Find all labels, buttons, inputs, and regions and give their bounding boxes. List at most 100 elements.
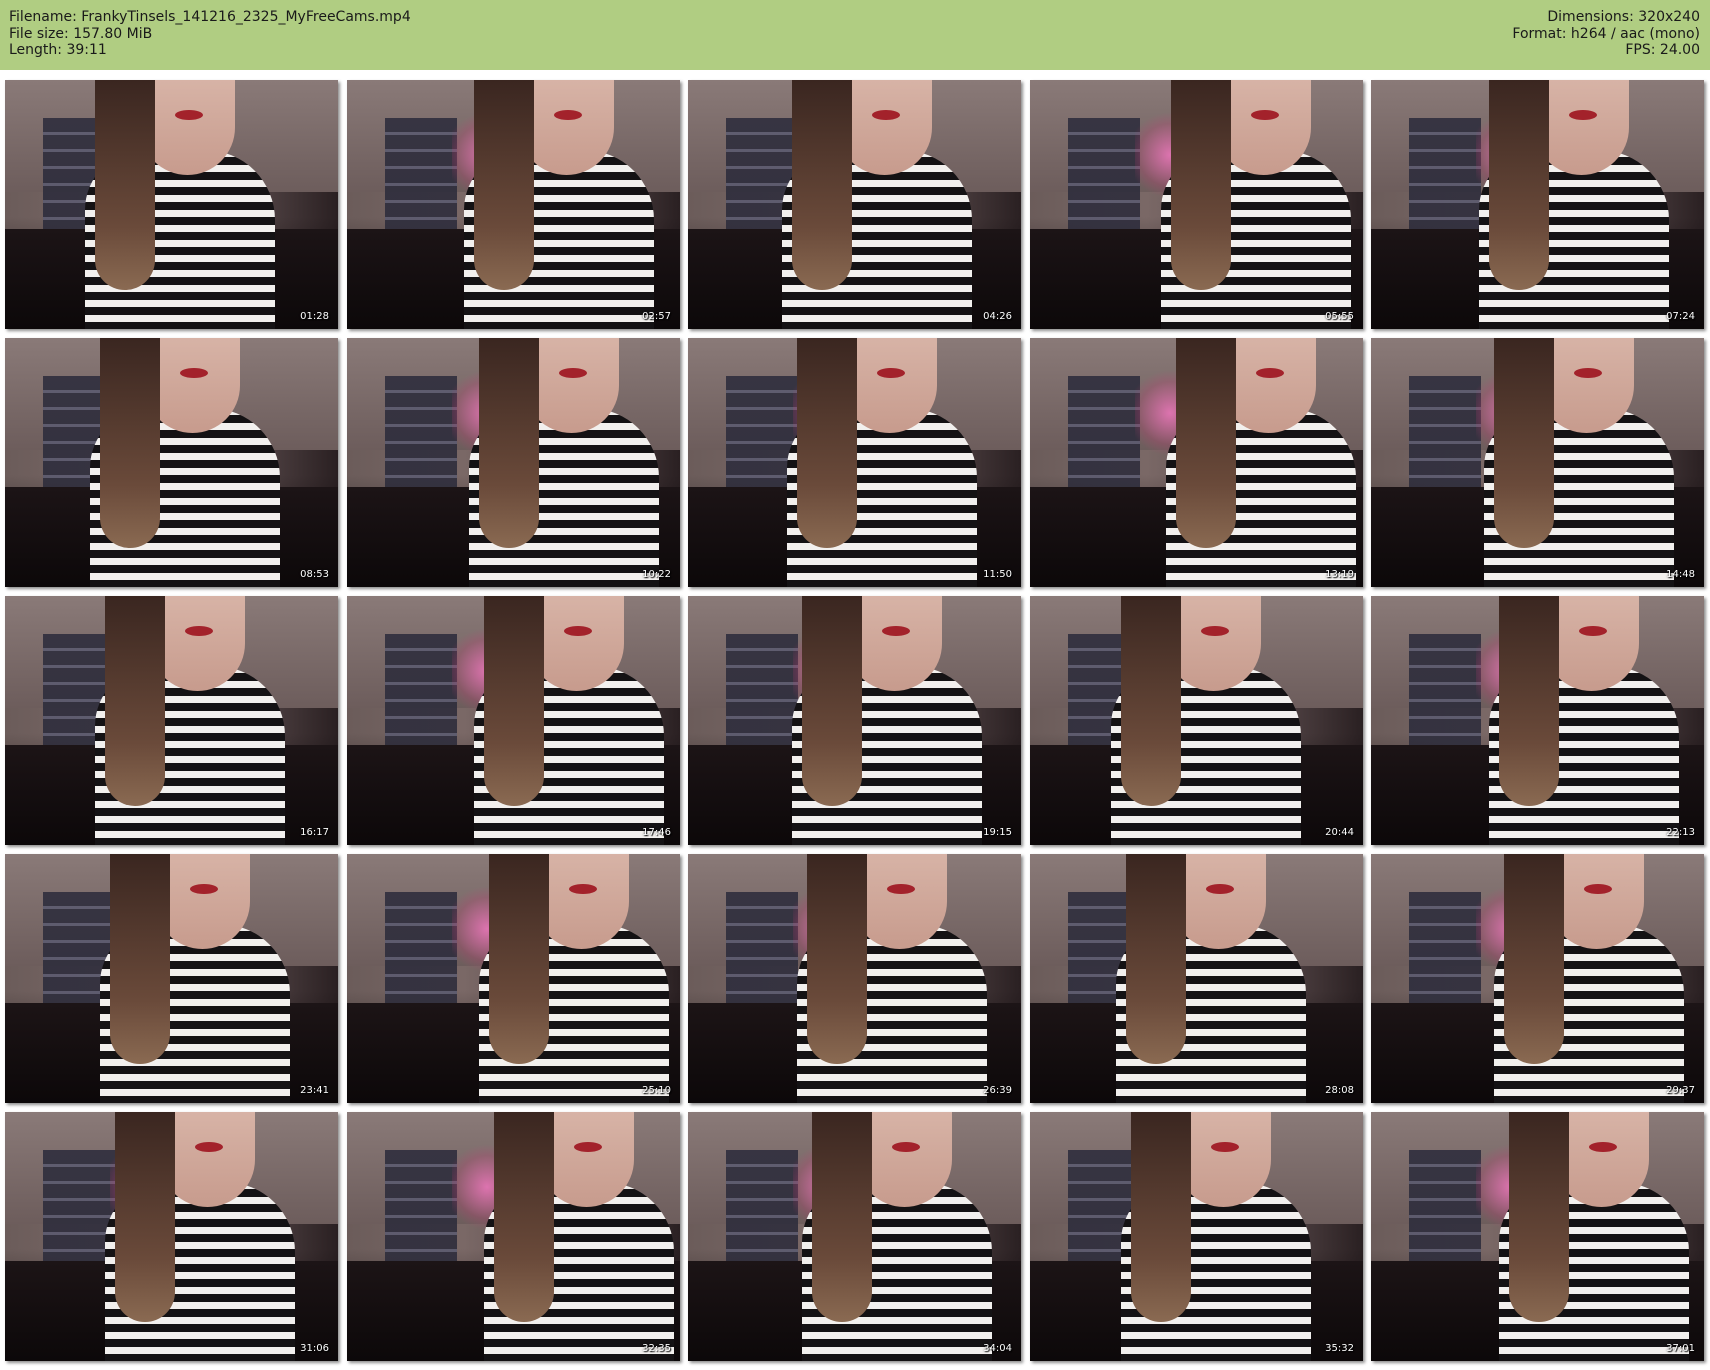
timestamp-label: 19:15 (983, 827, 1012, 838)
lips (1206, 884, 1234, 894)
video-frame-thumbnail: 05:55 (1030, 80, 1363, 329)
hair (1499, 596, 1559, 806)
hair (479, 338, 539, 548)
lips (892, 1142, 920, 1152)
hair (1509, 1112, 1569, 1322)
hair (792, 80, 852, 290)
lips (574, 1142, 602, 1152)
video-frame-thumbnail: 32:35 (347, 1112, 680, 1361)
video-frame-thumbnail: 29:37 (1371, 854, 1704, 1103)
video-frame-thumbnail: 14:48 (1371, 338, 1704, 587)
timestamp-label: 05:55 (1325, 311, 1354, 322)
hair (807, 854, 867, 1064)
video-frame-thumbnail: 01:28 (5, 80, 338, 329)
video-frame-thumbnail: 04:26 (688, 80, 1021, 329)
lips (180, 368, 208, 378)
timestamp-label: 26:39 (983, 1085, 1012, 1096)
video-frame-thumbnail: 35:32 (1030, 1112, 1363, 1361)
lips (569, 884, 597, 894)
timestamp-label: 23:41 (300, 1085, 329, 1096)
hair (1489, 80, 1549, 290)
thumbnail-grid: 01:28 02:57 04:26 05:55 07:24 08:53 10:22 11:50… (5, 80, 1705, 1364)
timestamp-label: 11:50 (983, 569, 1012, 580)
lips (190, 884, 218, 894)
timestamp-label: 31:06 (300, 1343, 329, 1354)
hair (484, 596, 544, 806)
video-frame-thumbnail: 19:15 (688, 596, 1021, 845)
lips (1569, 110, 1597, 120)
lips (195, 1142, 223, 1152)
lips (1574, 368, 1602, 378)
video-frame-thumbnail: 28:08 (1030, 854, 1363, 1103)
timestamp-label: 29:37 (1666, 1085, 1695, 1096)
lips (1589, 1142, 1617, 1152)
lips (1201, 626, 1229, 636)
timestamp-label: 10:22 (642, 569, 671, 580)
hair (115, 1112, 175, 1322)
file-size-text: File size: 157.80 MiB (9, 25, 153, 42)
timestamp-label: 13:19 (1325, 569, 1354, 580)
lips (872, 110, 900, 120)
lips (1584, 884, 1612, 894)
video-frame-thumbnail: 02:57 (347, 80, 680, 329)
file-info-left: Filename: FrankyTinsels_141216_2325_MyFr… (9, 9, 411, 59)
timestamp-label: 37:01 (1666, 1343, 1695, 1354)
hair (1121, 596, 1181, 806)
hair (105, 596, 165, 806)
hair (802, 596, 862, 806)
timestamp-label: 07:24 (1666, 311, 1695, 322)
lips (882, 626, 910, 636)
timestamp-label: 22:13 (1666, 827, 1695, 838)
video-frame-thumbnail: 34:04 (688, 1112, 1021, 1361)
timestamp-label: 08:53 (300, 569, 329, 580)
video-frame-thumbnail: 23:41 (5, 854, 338, 1103)
timestamp-label: 01:28 (300, 311, 329, 322)
timestamp-label: 25:10 (642, 1085, 671, 1096)
fps-text: FPS: 24.00 (1625, 42, 1700, 58)
hair (1176, 338, 1236, 548)
lips (1251, 110, 1279, 120)
timestamp-label: 04:26 (983, 311, 1012, 322)
timestamp-label: 02:57 (642, 311, 671, 322)
timestamp-label: 32:35 (642, 1343, 671, 1354)
hair (812, 1112, 872, 1322)
hair (1504, 854, 1564, 1064)
video-frame-thumbnail: 37:01 (1371, 1112, 1704, 1361)
length-text: Length: 39:11 (9, 42, 107, 58)
hair (1131, 1112, 1191, 1322)
hair (489, 854, 549, 1064)
video-frame-thumbnail: 20:44 (1030, 596, 1363, 845)
hair (110, 854, 170, 1064)
video-frame-thumbnail: 11:50 (688, 338, 1021, 587)
lips (564, 626, 592, 636)
lips (1211, 1142, 1239, 1152)
filename-text: Filename: FrankyTinsels_141216_2325_MyFr… (9, 9, 411, 25)
lips (887, 884, 915, 894)
hair (1126, 854, 1186, 1064)
hair (1171, 80, 1231, 290)
video-frame-thumbnail: 31:06 (5, 1112, 338, 1361)
timestamp-label: 16:17 (300, 827, 329, 838)
lips (559, 368, 587, 378)
format-text: Format: h264 / aac (mono) (1512, 25, 1700, 42)
video-frame-thumbnail: 08:53 (5, 338, 338, 587)
video-frame-thumbnail: 26:39 (688, 854, 1021, 1103)
hair (95, 80, 155, 290)
info-header: Filename: FrankyTinsels_141216_2325_MyFr… (0, 0, 1710, 70)
video-frame-thumbnail: 16:17 (5, 596, 338, 845)
file-info-right: Dimensions: 320x240 Format: h264 / aac (… (1512, 9, 1700, 59)
hair (474, 80, 534, 290)
lips (175, 110, 203, 120)
hair (494, 1112, 554, 1322)
video-frame-thumbnail: 17:46 (347, 596, 680, 845)
hair (100, 338, 160, 548)
timestamp-label: 28:08 (1325, 1085, 1354, 1096)
lips (1579, 626, 1607, 636)
lips (1256, 368, 1284, 378)
timestamp-label: 35:32 (1325, 1343, 1354, 1354)
lips (877, 368, 905, 378)
dimensions-text: Dimensions: 320x240 (1547, 9, 1700, 25)
lips (554, 110, 582, 120)
video-frame-thumbnail: 25:10 (347, 854, 680, 1103)
timestamp-label: 14:48 (1666, 569, 1695, 580)
